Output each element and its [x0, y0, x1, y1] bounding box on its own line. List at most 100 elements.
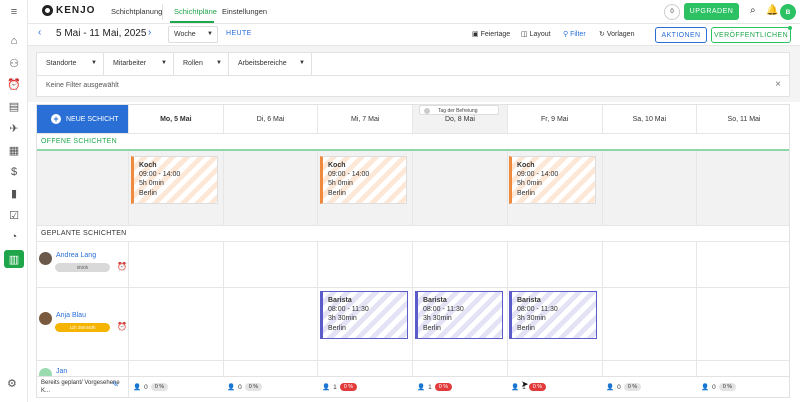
day-header[interactable]: Mi, 7 Mai [317, 105, 412, 133]
shift-location: Berlin [517, 189, 535, 197]
filter-mitarbeiter[interactable]: Mitarbeiter ▼ [104, 53, 174, 75]
kenjo-logo[interactable]: KENJO [42, 5, 95, 16]
edit-icon[interactable]: ✎ [112, 380, 119, 389]
new-shift-label: NEUE SCHICHT [66, 115, 119, 123]
shift-time: 09:00 - 14:00 [139, 171, 181, 179]
close-icon[interactable]: × [775, 79, 781, 90]
shift-role: Koch [517, 162, 535, 169]
home-icon[interactable]: ⌂ [7, 34, 21, 48]
plane-icon[interactable]: ✈ [7, 121, 21, 135]
shift-role: Koch [328, 162, 346, 169]
coverage-badge: 0 % [434, 383, 453, 391]
dollar-icon[interactable]: $ [7, 165, 21, 179]
no-filter-text: Keine Filter ausgewählt [46, 82, 119, 89]
layout-icon: ◫ [521, 31, 528, 38]
day-header[interactable]: Di, 6 Mai [222, 105, 318, 133]
people-icon[interactable]: ⚇ [7, 56, 21, 70]
grid-divider [317, 241, 319, 376]
person-icon: 👤 [322, 384, 331, 391]
open-shifts-label: OFFENE SCHICHTEN [41, 138, 117, 145]
next-week-button[interactable]: › [148, 27, 151, 38]
coverage-count: 0 [144, 383, 148, 391]
checklist-icon[interactable]: ☑ [7, 208, 21, 222]
search-icon[interactable]: ⌕ [750, 5, 756, 16]
templates-button[interactable]: ↻ Vorlagen [599, 30, 634, 38]
today-button[interactable]: HEUTE [226, 30, 252, 37]
chart-icon[interactable]: ▮ [7, 186, 21, 200]
upgrade-button[interactable]: UPGRADEN [684, 3, 739, 20]
day-header[interactable]: Mo, 5 Mai [128, 105, 223, 133]
grid-divider [506, 151, 508, 225]
planned-shift-card[interactable]: Barista 08:00 - 11:30 3h 30min Berlin [320, 291, 408, 339]
user-avatar[interactable]: B [780, 4, 796, 20]
view-select[interactable]: Woche ▼ [168, 26, 218, 43]
coverage-cell: 👤 0 0 % [227, 383, 263, 391]
gauge-icon[interactable]: ◔ [7, 230, 21, 244]
avatar[interactable] [39, 312, 52, 325]
nav-schichtplanung[interactable]: Schichtplanung [111, 7, 162, 16]
shift-planner-icon[interactable]: ▥ [4, 250, 24, 268]
avatar[interactable] [39, 252, 52, 265]
grid-divider [506, 241, 508, 376]
grid-divider [601, 151, 603, 225]
day-header[interactable]: So, 11 Mai [696, 105, 789, 133]
menu-icon[interactable]: ≡ [7, 5, 21, 19]
open-shift-card[interactable]: Koch 09:00 - 14:00 5h 0min Berlin [320, 156, 407, 204]
coverage-count: 0 [712, 383, 716, 391]
alarm-clock-icon[interactable]: ⏰ [117, 262, 127, 271]
holiday-toggle[interactable]: Tag der Befreiung [419, 105, 499, 115]
grid-divider [37, 133, 789, 134]
planned-shift-card[interactable]: Barista 08:00 - 11:30 3h 30min Berlin [415, 291, 503, 339]
coverage-badge: 0 % [528, 383, 547, 391]
shift-time: 09:00 - 14:00 [517, 171, 559, 179]
layout-button[interactable]: ◫ Layout [521, 30, 551, 38]
actions-button[interactable]: AKTIONEN [655, 27, 707, 43]
coverage-badge: 0 % [623, 383, 642, 391]
employee-row-header: Anja Blau 11h 30m/40h ⏰ [39, 312, 129, 342]
alarm-icon[interactable]: ⏰ [7, 77, 21, 91]
prev-week-button[interactable]: ‹ [38, 27, 41, 38]
publish-button[interactable]: VERÖFFENTLICHEN [711, 27, 791, 43]
open-shift-card[interactable]: Koch 09:00 - 14:00 5h 0min Berlin [509, 156, 596, 204]
filter-arbeitsbereiche[interactable]: Arbeitsbereiche ▼ [229, 53, 312, 75]
calendar-icon[interactable]: ▦ [7, 143, 21, 157]
no-filter-bar: Keine Filter ausgewählt × [36, 76, 790, 97]
coverage-badge: 0 % [150, 383, 169, 391]
toggle-switch [424, 108, 430, 114]
tab-schichtplaene[interactable]: Schichtpläne [174, 7, 217, 16]
grid-divider [37, 360, 789, 361]
shift-location: Berlin [517, 324, 535, 332]
coverage-count: 0 [238, 383, 242, 391]
shift-duration: 3h 30min [423, 315, 452, 323]
employee-name[interactable]: Jan [56, 368, 67, 375]
coverage-cell: 👤 0 0 % [606, 383, 642, 391]
notification-counter[interactable]: 0 [664, 4, 680, 20]
employee-name[interactable]: Andrea Lang [56, 252, 96, 259]
tab-einstellungen[interactable]: Einstellungen [222, 7, 267, 16]
day-header[interactable]: Fr, 9 Mai [506, 105, 602, 133]
footer-label: Bereits geplant/ Vorgesehene K... [41, 380, 120, 394]
shift-role: Barista [328, 297, 352, 304]
shift-time: 09:00 - 14:00 [328, 171, 370, 179]
chevron-down-icon: ▼ [216, 60, 222, 66]
holidays-button[interactable]: ▣ Feiertage [472, 30, 510, 38]
filter-button[interactable]: ⚲ Filter [563, 30, 586, 38]
grid-divider [37, 225, 789, 226]
open-shift-card[interactable]: Koch 09:00 - 14:00 5h 0min Berlin [131, 156, 218, 204]
bell-icon[interactable]: 🔔 [766, 5, 778, 16]
shift-location: Berlin [139, 189, 157, 197]
filter-rollen-label: Rollen [183, 60, 203, 67]
new-shift-button[interactable]: + NEUE SCHICHT [37, 105, 128, 133]
filter-rollen[interactable]: Rollen ▼ [174, 53, 229, 75]
planned-shift-card[interactable]: Barista 08:00 - 11:30 3h 30min Berlin [509, 291, 597, 339]
employee-name[interactable]: Anja Blau [56, 312, 86, 319]
grid-divider [696, 241, 698, 376]
document-icon[interactable]: ▤ [7, 99, 21, 113]
shift-role: Barista [517, 297, 541, 304]
coverage-cell: 👤 0 0 % [701, 383, 737, 391]
day-header[interactable]: Sa, 10 Mai [601, 105, 697, 133]
alarm-clock-icon[interactable]: ⏰ [117, 322, 127, 331]
grid-divider [128, 377, 129, 397]
settings-icon[interactable]: ⚙ [7, 377, 17, 390]
filter-standorte[interactable]: Standorte ▼ [37, 53, 104, 75]
